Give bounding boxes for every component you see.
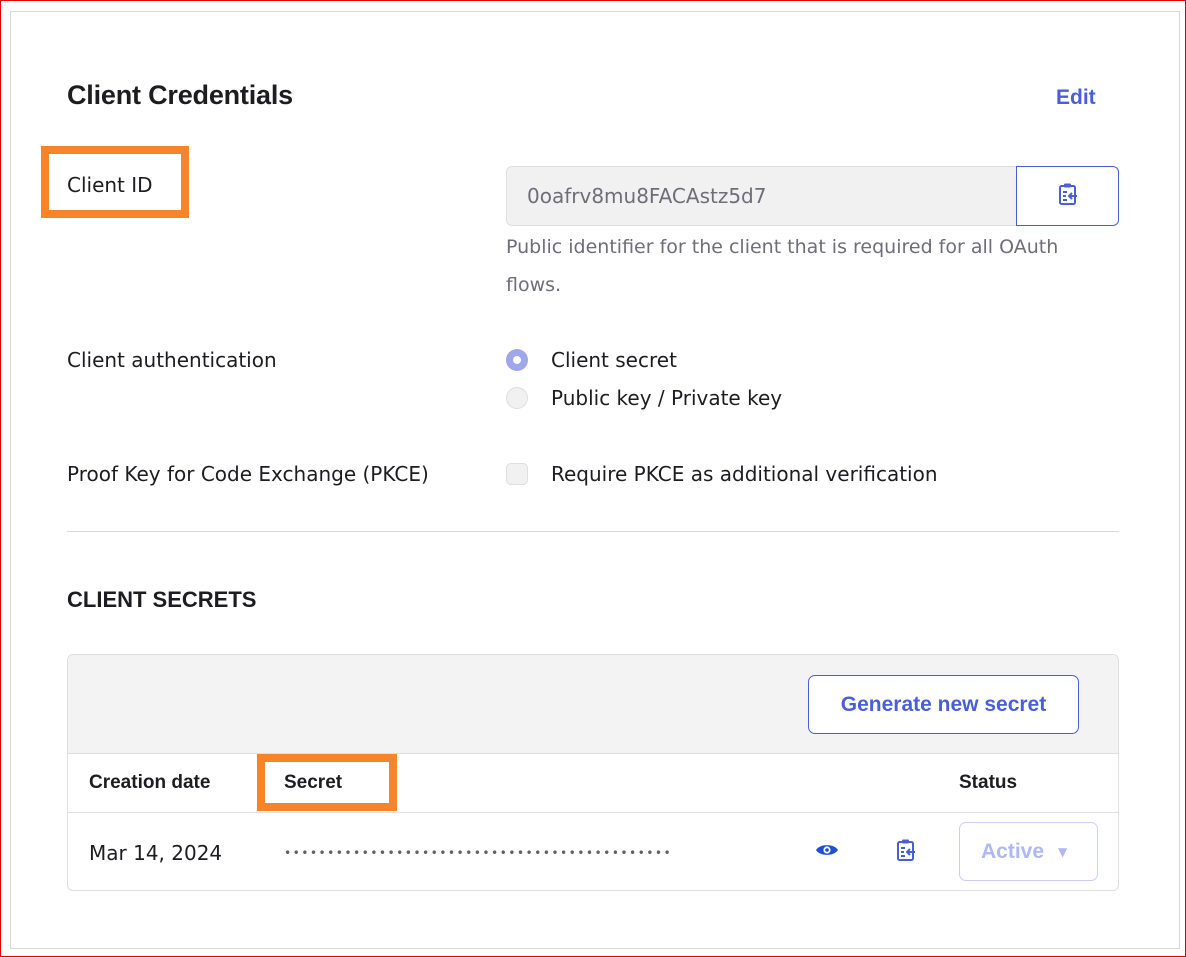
status-dropdown[interactable]: Active ▼	[959, 822, 1098, 881]
radio-public-private-key-label: Public key / Private key	[551, 386, 783, 410]
copy-client-id-button[interactable]	[1016, 166, 1119, 226]
pkce-label: Proof Key for Code Exchange (PKCE)	[67, 462, 429, 486]
radio-client-secret-label: Client secret	[551, 348, 677, 372]
client-auth-label: Client authentication	[67, 348, 277, 372]
column-header-creation-date: Creation date	[89, 772, 211, 793]
secret-column-highlight	[257, 754, 397, 811]
eye-icon	[815, 842, 839, 862]
table-row: Mar 14, 2024 •••••••••••••••••••••••••••…	[68, 813, 1118, 890]
edit-link[interactable]: Edit	[1056, 86, 1096, 110]
client-id-highlight	[41, 146, 189, 218]
secret-creation-date: Mar 14, 2024	[89, 841, 223, 865]
client-secrets-table: Generate new secret Creation date Secret…	[67, 654, 1119, 891]
client-secrets-title: CLIENT SECRETS	[67, 587, 257, 612]
clipboard-copy-icon	[895, 838, 917, 866]
clipboard-copy-icon	[1057, 182, 1079, 210]
table-header: Creation date Secret Status	[68, 754, 1118, 813]
chevron-down-icon: ▼	[1058, 844, 1068, 859]
secrets-toolbar: Generate new secret	[68, 655, 1118, 754]
pkce-checkbox-row[interactable]: Require PKCE as additional verification	[506, 460, 938, 488]
reveal-secret-button[interactable]	[814, 840, 840, 864]
generate-new-secret-button[interactable]: Generate new secret	[808, 675, 1079, 734]
page-title: Client Credentials	[67, 80, 293, 110]
copy-secret-button[interactable]	[893, 839, 919, 865]
client-id-help-text: Public identifier for the client that is…	[506, 236, 1059, 296]
pkce-option-label: Require PKCE as additional verification	[551, 462, 938, 486]
masked-secret-value: ••••••••••••••••••••••••••••••••••••••••…	[284, 846, 673, 860]
radio-unchecked-indicator	[506, 387, 528, 409]
radio-client-secret[interactable]: Client secret	[506, 346, 677, 374]
pkce-checkbox[interactable]	[506, 463, 528, 485]
status-value: Active	[981, 839, 1045, 863]
section-divider	[67, 531, 1119, 532]
radio-public-private-key[interactable]: Public key / Private key	[506, 384, 782, 412]
column-header-status: Status	[959, 772, 1018, 793]
radio-checked-indicator	[506, 349, 528, 371]
client-id-field[interactable]: 0oafrv8mu8FACAstz5d7	[506, 166, 1018, 226]
